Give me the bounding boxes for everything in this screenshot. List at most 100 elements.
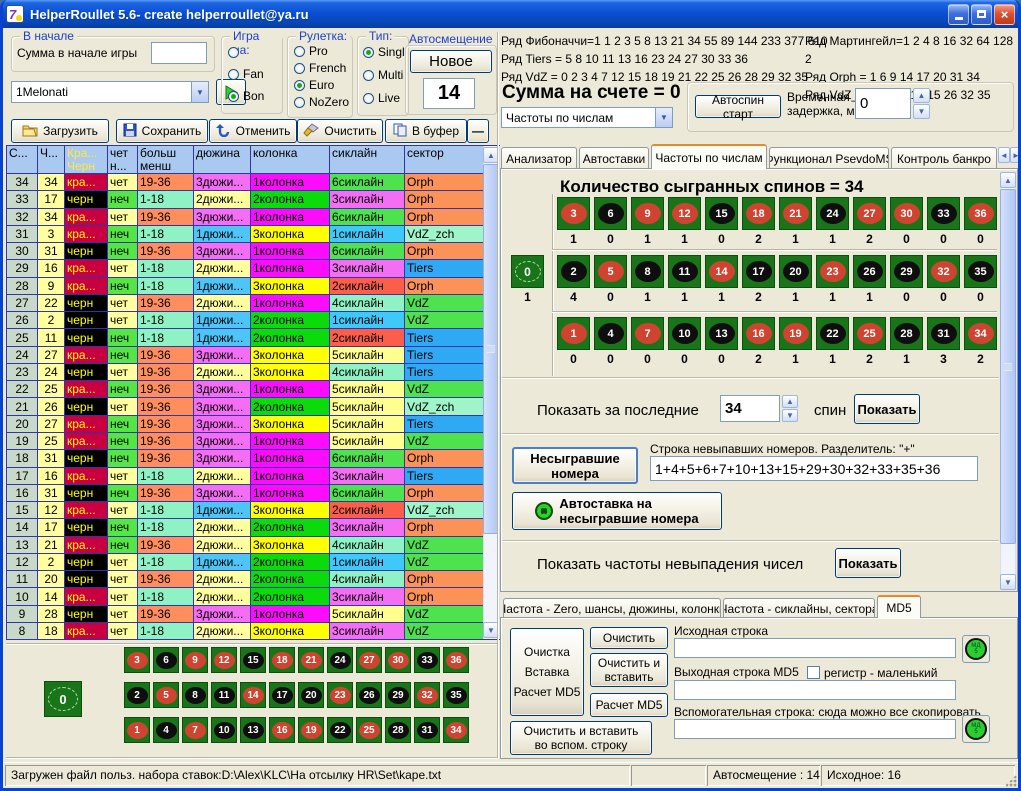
scroll-down-icon[interactable]: ▼ [1000,574,1016,590]
radio-icon[interactable] [228,91,239,102]
radio-option-multi[interactable]: Multi [363,68,408,82]
column-header-column[interactable]: колонка [251,146,330,174]
radio-option-fan[interactable]: Fan [228,67,282,81]
radio-option-nozero[interactable]: NoZero [294,95,352,109]
board-cell-12[interactable]: 12 [211,647,237,673]
spin-down-icon[interactable]: ▼ [782,409,798,422]
radio-icon[interactable] [294,97,305,108]
number-cell-19[interactable]: 19 [779,317,812,350]
board-cell-2[interactable]: 2 [124,682,150,708]
board-cell-11[interactable]: 11 [211,682,237,708]
column-header-sector[interactable]: сектор [405,146,484,174]
number-cell-3[interactable]: 3 [557,197,590,230]
radio-icon[interactable] [363,47,374,58]
history-row[interactable]: 1716кра...чет1-182дюжи...1колонка3сиклай… [7,468,484,485]
column-header-range[interactable]: большменш [138,146,194,174]
radio-icon[interactable] [294,46,305,57]
show-missed-freq-button[interactable]: Показать [835,548,901,578]
board-cell-28[interactable]: 28 [385,717,411,743]
board-cell-34[interactable]: 34 [443,717,469,743]
checkbox-icon[interactable] [807,666,820,679]
number-cell-10[interactable]: 10 [668,317,701,350]
radio-icon[interactable] [228,47,239,58]
column-header-number[interactable]: Ч... [38,146,65,174]
source-string-input[interactable] [674,638,956,658]
board-cell-20[interactable]: 20 [298,682,324,708]
history-row[interactable]: 2427кра...неч19-363дюжи...3колонка5сикла… [7,347,484,364]
board-cell-31[interactable]: 31 [414,717,440,743]
radio-option-euro[interactable]: Euro [294,78,352,92]
scroll-up-icon[interactable]: ▲ [1000,172,1016,188]
spin-up-icon[interactable]: ▲ [913,88,930,103]
open-folder-button[interactable]: Загрузить [11,119,109,143]
number-cell-23[interactable]: 23 [816,255,849,288]
history-row[interactable]: 2511черннеч1-181дюжи...2колонка2сиклайнT… [7,329,484,346]
board-cell-30[interactable]: 30 [385,647,411,673]
board-cell-29[interactable]: 29 [385,682,411,708]
collapse-button[interactable]: — [467,119,489,143]
md5-clear-paste-calc-button[interactable]: Очистка Вставка Расчет MD5 [510,628,584,716]
history-row[interactable]: 1014кра...чет1-182дюжи...2колонка3сиклай… [7,588,484,605]
maximize-button[interactable] [971,4,992,25]
board-cell-9[interactable]: 9 [182,647,208,673]
number-cell-12[interactable]: 12 [668,197,701,230]
board-zero-cell[interactable]: 0 [44,681,82,717]
board-cell-4[interactable]: 4 [153,717,179,743]
aux-string-input[interactable] [674,719,956,739]
board-cell-35[interactable]: 35 [443,682,469,708]
show-button[interactable]: Показать [854,394,920,424]
board-cell-25[interactable]: 25 [356,717,382,743]
history-row[interactable]: 2324чернчет19-362дюжи...3колонка4сиклайн… [7,364,484,381]
minimize-button[interactable] [948,4,969,25]
board-cell-15[interactable]: 15 [240,647,266,673]
number-cell-34[interactable]: 34 [964,317,997,350]
show-last-value[interactable]: 34 [720,395,780,422]
number-cell-4[interactable]: 4 [594,317,627,350]
md5-run-button[interactable]: МД5 [962,635,990,663]
number-cell-13[interactable]: 13 [705,317,738,350]
number-cell-7[interactable]: 7 [631,317,664,350]
number-cell-26[interactable]: 26 [853,255,886,288]
board-cell-17[interactable]: 17 [269,682,295,708]
history-row[interactable]: 2722чернчет19-362дюжи...1колонка4сиклайн… [7,295,484,312]
number-cell-16[interactable]: 16 [742,317,775,350]
new-autoshift-button[interactable]: Новое [410,50,492,73]
column-header-sixline[interactable]: сиклайн [330,146,405,174]
panel-scrollbar-thumb[interactable] [1000,189,1016,544]
column-header-dozen[interactable]: дюжина [194,146,251,174]
history-row[interactable]: 1120чернчет19-362дюжи...2колонка4сиклайн… [7,571,484,588]
history-row[interactable]: 3234кра...чет19-363дюжи...1колонка6сикла… [7,209,484,226]
history-row[interactable]: 1512кра...чет1-181дюжи...3колонка2сиклай… [7,502,484,519]
board-cell-13[interactable]: 13 [240,717,266,743]
spin-down-icon[interactable]: ▼ [913,104,930,119]
history-row[interactable]: 3031черннеч19-363дюжи...1колонка6сиклайн… [7,243,484,260]
radio-icon[interactable] [294,63,305,74]
number-cell-9[interactable]: 9 [631,197,664,230]
number-cell-5[interactable]: 5 [594,255,627,288]
history-row[interactable]: 2916кра...чет1-182дюжи...1колонка3сиклай… [7,260,484,277]
column-header-spin[interactable]: С... [7,146,38,174]
board-cell-26[interactable]: 26 [356,682,382,708]
md5-aux-run-button[interactable]: МД5 [962,715,990,743]
number-cell-21[interactable]: 21 [779,197,812,230]
tabs-scroll-left-icon[interactable]: ◄ [998,147,1010,163]
number-cell-20[interactable]: 20 [779,255,812,288]
missed-numbers-button[interactable]: Несыгравшие номера [512,447,638,484]
autospin-start-button[interactable]: Автоспин старт [695,95,781,118]
freq-zero-cell[interactable]: 0 [511,255,544,288]
radio-option-french[interactable]: French [294,61,352,75]
board-cell-1[interactable]: 1 [124,717,150,743]
autobet-missed-button[interactable]: Автоставка нанесыгравшие номера [512,492,722,530]
board-cell-14[interactable]: 14 [240,682,266,708]
number-cell-31[interactable]: 31 [927,317,960,350]
history-row[interactable]: 122чернчет1-181дюжи...2колонка1сиклайнVd… [7,554,484,571]
preset-combobox[interactable]: 1Melonati ▼ [11,81,209,103]
md5-calc-button[interactable]: Расчет MD5 [590,693,668,717]
radio-option-live[interactable]: Live [363,91,408,105]
clear-paste-aux-button[interactable]: Очистить и вставить во вспом. строку [510,721,652,755]
number-cell-35[interactable]: 35 [964,255,997,288]
number-cell-36[interactable]: 36 [964,197,997,230]
history-row[interactable]: 3434кра...чет19-363дюжи...1колонка6сикла… [7,174,484,191]
column-header-parity[interactable]: четн... [108,146,138,174]
undo-arrow-button[interactable]: Отменить [209,119,297,143]
